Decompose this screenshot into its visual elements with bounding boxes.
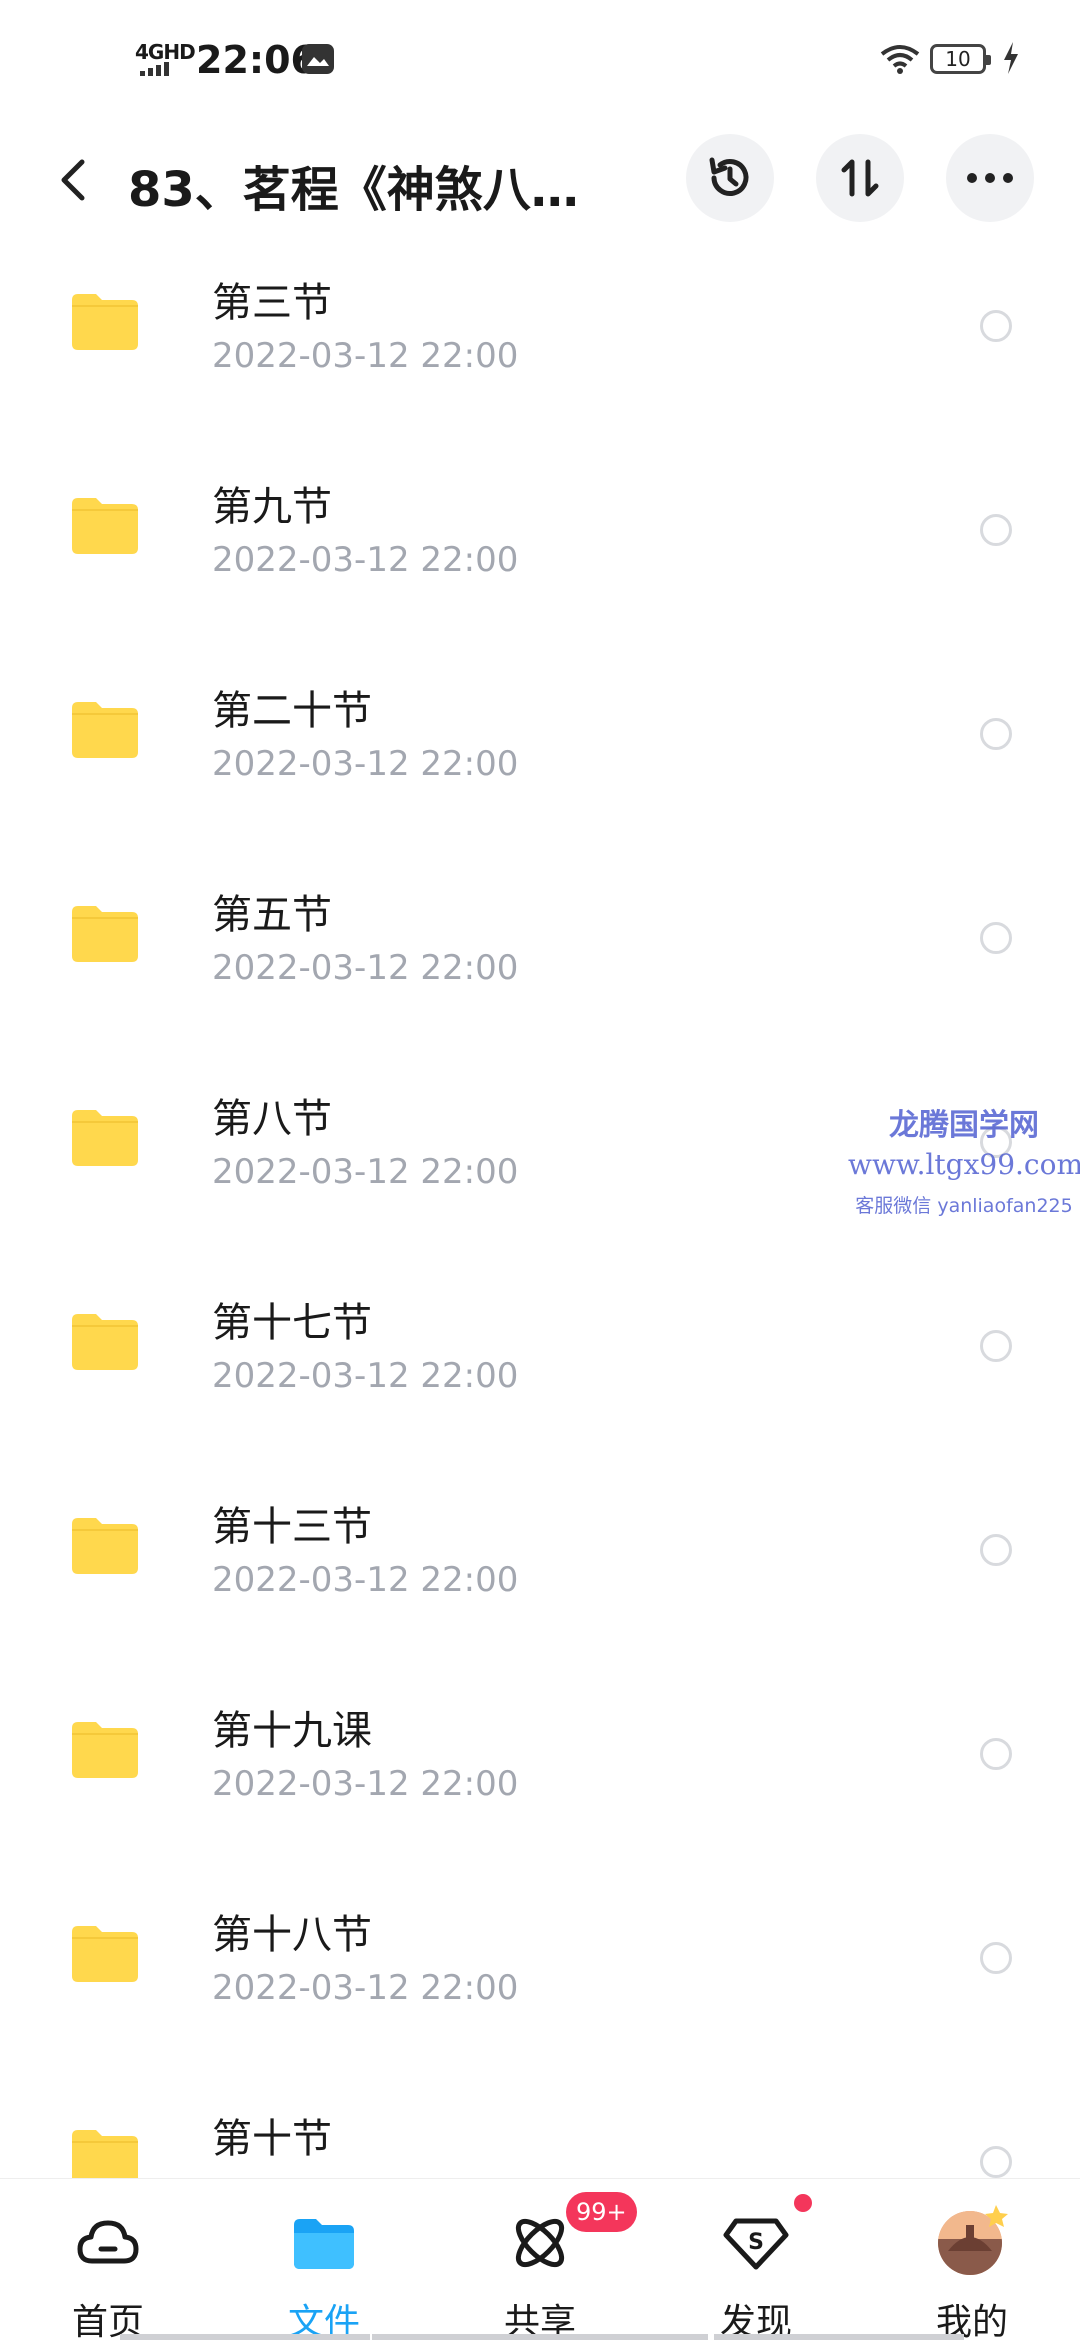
more-dots-icon [967, 173, 1013, 183]
share-badge: 99+ [566, 2192, 637, 2232]
avatar-icon [938, 2205, 1008, 2275]
select-checkbox[interactable] [980, 1738, 1012, 1770]
nav-item-files[interactable]: 文件 [216, 2179, 432, 2343]
file-date: 2022-03-12 22:00 [212, 1152, 519, 1192]
list-item[interactable]: 第三节 2022-03-12 22:00 [0, 240, 1080, 444]
folder-icon [72, 906, 138, 962]
list-item[interactable]: 第十七节 2022-03-12 22:00 [0, 1260, 1080, 1464]
folder-icon [294, 2219, 354, 2269]
file-name: 第三节 [212, 280, 332, 326]
bottom-nav: 首页 文件 共享 S 发现 我的 [0, 2178, 1080, 2343]
select-checkbox[interactable] [980, 922, 1012, 954]
more-button[interactable] [946, 134, 1034, 222]
clock: 22:06 [196, 38, 317, 82]
file-name: 第十八节 [212, 1912, 372, 1958]
chevron-left-icon [61, 159, 85, 201]
file-name: 第二十节 [212, 688, 372, 734]
discover-notification-dot [794, 2194, 812, 2212]
watermark-title: 龙腾国学网 [889, 1108, 1039, 1143]
svg-text:S: S [748, 2230, 764, 2255]
file-date: 2022-03-12 22:00 [212, 1968, 519, 2008]
folder-icon [72, 1518, 138, 1574]
share-orbit-icon [515, 2218, 565, 2268]
charging-icon [1004, 42, 1018, 74]
gesture-bar [120, 2334, 370, 2340]
sort-button[interactable] [816, 134, 904, 222]
file-date: 2022-03-12 22:00 [212, 1356, 519, 1396]
nav-item-discover[interactable]: S 发现 [648, 2179, 864, 2343]
folder-icon [72, 1110, 138, 1166]
file-date: 2022-03-12 22:00 [212, 1764, 519, 1804]
header: 83、茗程《神煞八… [0, 120, 1080, 240]
file-name: 第五节 [212, 892, 332, 938]
folder-icon [72, 702, 138, 758]
list-item[interactable]: 第二十节 2022-03-12 22:00 [0, 648, 1080, 852]
list-item[interactable]: 第九节 2022-03-12 22:00 [0, 444, 1080, 648]
select-checkbox[interactable] [980, 1330, 1012, 1362]
network-type: 4GHD [135, 40, 196, 64]
select-checkbox[interactable] [980, 1942, 1012, 1974]
file-name: 第八节 [212, 1096, 332, 1142]
history-button[interactable] [686, 134, 774, 222]
select-checkbox[interactable] [980, 718, 1012, 750]
cloud-icon [77, 2220, 139, 2264]
nav-item-home[interactable]: 首页 [0, 2179, 216, 2343]
select-checkbox[interactable] [980, 310, 1012, 342]
folder-icon [72, 1722, 138, 1778]
gesture-bar [372, 2334, 708, 2340]
file-date: 2022-03-12 22:00 [212, 540, 519, 580]
file-name: 第十七节 [212, 1300, 372, 1346]
back-button[interactable] [48, 152, 96, 208]
file-date: 2022-03-12 22:00 [212, 948, 519, 988]
list-item[interactable]: 第十九课 2022-03-12 22:00 [0, 1668, 1080, 1872]
watermark: 龙腾国学网 www.ltgx99.com 客服微信 yanliaofan225 [848, 1100, 1080, 1218]
select-checkbox[interactable] [980, 1534, 1012, 1566]
file-date: 2022-03-12 22:00 [212, 336, 519, 376]
list-item[interactable]: 第十三节 2022-03-12 22:00 [0, 1464, 1080, 1668]
folder-icon [72, 1314, 138, 1370]
gesture-bar [714, 2334, 964, 2340]
select-checkbox[interactable] [980, 514, 1012, 546]
folder-icon [72, 498, 138, 554]
file-date: 2022-03-12 22:00 [212, 1560, 519, 1600]
file-name: 第十节 [212, 2116, 332, 2162]
watermark-contact: 客服微信 yanliaofan225 [855, 1195, 1073, 1217]
list-item[interactable]: 第十八节 2022-03-12 22:00 [0, 1872, 1080, 2076]
notification-image-icon [302, 44, 334, 74]
folder-icon [72, 294, 138, 350]
status-bar: 4GHD 22:06 10 [0, 0, 1080, 120]
signal-icon [140, 62, 169, 76]
file-name: 第九节 [212, 484, 332, 530]
page-title: 83、茗程《神煞八… [128, 162, 579, 218]
battery-icon: 10 [930, 44, 991, 74]
folder-icon [72, 1926, 138, 1982]
file-date: 2022-03-12 22:00 [212, 744, 519, 784]
select-checkbox[interactable] [980, 2146, 1012, 2178]
nav-item-profile[interactable]: 我的 [864, 2179, 1080, 2343]
history-icon [709, 157, 749, 196]
file-name: 第十三节 [212, 1504, 372, 1550]
watermark-url: www.ltgx99.com [848, 1148, 1080, 1181]
file-name: 第十九课 [212, 1708, 372, 1754]
discover-diamond-icon: S [723, 2218, 789, 2270]
sort-icon [841, 159, 879, 197]
wifi-icon [880, 45, 920, 74]
list-item[interactable]: 第五节 2022-03-12 22:00 [0, 852, 1080, 1056]
